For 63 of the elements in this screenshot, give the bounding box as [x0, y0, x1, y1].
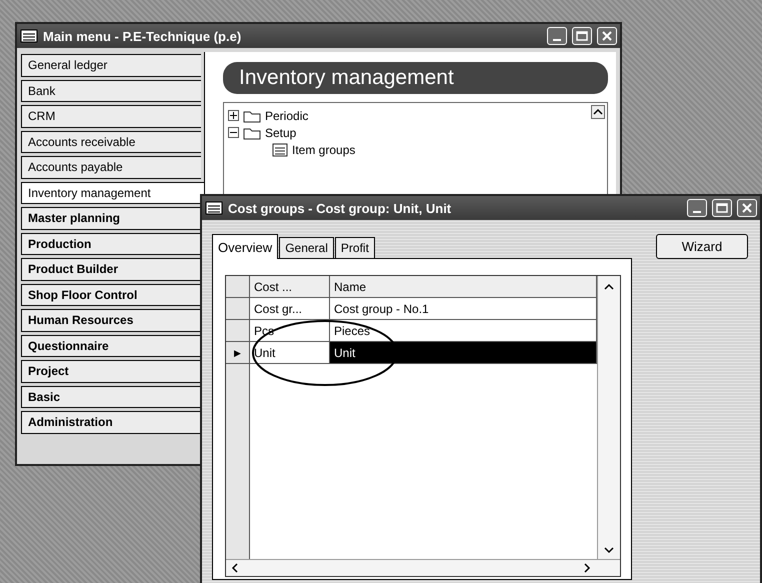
module-button[interactable]: Accounts payable	[21, 156, 201, 178]
horizontal-scrollbar[interactable]	[226, 559, 620, 576]
tab[interactable]: Overview	[212, 234, 278, 259]
table-cell[interactable]: Unit	[330, 342, 597, 364]
module-button[interactable]: Human Resources	[21, 309, 201, 332]
maximize-button[interactable]	[572, 27, 592, 45]
close-button[interactable]	[597, 27, 617, 45]
tree-item[interactable]: Periodic	[265, 108, 308, 122]
collapse-icon[interactable]	[228, 127, 239, 138]
module-button[interactable]: Inventory management	[21, 182, 204, 204]
scroll-down-icon[interactable]	[603, 545, 615, 555]
module-button[interactable]: Basic	[21, 386, 201, 408]
vertical-scrollbar[interactable]	[597, 276, 620, 559]
row-selector[interactable]	[226, 298, 250, 320]
select-all-corner[interactable]	[226, 276, 250, 298]
folder-icon	[243, 126, 261, 140]
maximize-icon	[576, 31, 588, 41]
maximize-icon	[716, 203, 728, 213]
module-button[interactable]: Master planning	[21, 207, 201, 230]
table-row[interactable]: ▶ Unit Unit	[226, 342, 597, 364]
tab[interactable]: General	[279, 237, 334, 258]
module-button[interactable]: Administration	[21, 411, 201, 434]
form-icon	[272, 142, 288, 156]
module-button[interactable]: General ledger	[21, 54, 201, 76]
table-row[interactable]: Cost gr... Cost group - No.1	[226, 298, 597, 320]
window-title: Main menu - P.E-Technique (p.e)	[43, 28, 242, 44]
expand-icon[interactable]	[228, 110, 239, 121]
scroll-up-icon[interactable]	[603, 282, 615, 292]
close-button[interactable]	[737, 199, 757, 217]
window-icon	[205, 201, 223, 215]
tab[interactable]: Profit	[334, 237, 375, 258]
current-row-marker: ▶	[234, 348, 241, 358]
module-button[interactable]: CRM	[21, 105, 201, 128]
table-cell[interactable]: Cost gr...	[250, 298, 330, 320]
module-button[interactable]: Questionnaire	[21, 334, 201, 357]
close-icon	[601, 30, 613, 42]
tree-item[interactable]: Setup	[265, 126, 296, 140]
module-button[interactable]: Production	[21, 232, 201, 255]
tree-item[interactable]: Item groups	[292, 142, 356, 156]
maximize-button[interactable]	[712, 199, 732, 217]
minimize-button[interactable]	[547, 27, 567, 45]
scroll-up-icon[interactable]	[591, 105, 605, 119]
folder-icon	[243, 108, 261, 122]
column-header[interactable]: Name	[330, 276, 597, 298]
module-button[interactable]: Accounts receivable	[21, 130, 201, 153]
module-header: Inventory management	[223, 62, 608, 94]
scroll-left-icon[interactable]	[230, 562, 240, 574]
minimize-icon	[693, 210, 701, 212]
window-icon	[20, 29, 38, 43]
window-title: Cost groups - Cost group: Unit, Unit	[228, 200, 452, 216]
module-button[interactable]: Project	[21, 360, 201, 382]
module-button[interactable]: Product Builder	[21, 258, 201, 280]
row-selector[interactable]: ▶	[226, 342, 250, 364]
module-button[interactable]: Bank	[21, 80, 201, 102]
table-cell[interactable]: Cost group - No.1	[330, 298, 597, 320]
minimize-icon	[553, 38, 561, 40]
column-header[interactable]: Cost ...	[250, 276, 330, 298]
minimize-button[interactable]	[687, 199, 707, 217]
close-icon	[741, 202, 753, 214]
scroll-right-icon[interactable]	[582, 562, 592, 574]
wizard-button[interactable]: Wizard	[656, 234, 748, 259]
module-button[interactable]: Shop Floor Control	[21, 284, 201, 306]
row-selector[interactable]	[226, 320, 250, 342]
